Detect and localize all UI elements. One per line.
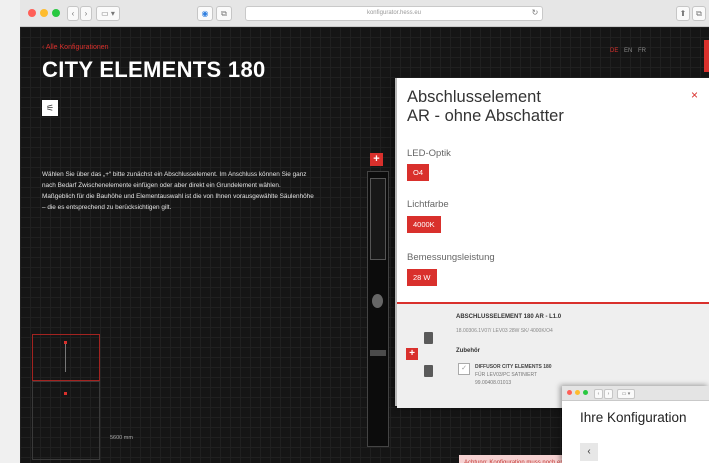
element-icon <box>424 332 433 344</box>
back-button[interactable]: ‹ <box>67 6 79 21</box>
accessory-name: DIFFUSOR CITY ELEMENTS 180 <box>475 364 552 370</box>
column-head-segment[interactable] <box>370 178 386 260</box>
close-icon[interactable]: × <box>691 88 698 102</box>
light-color-value[interactable]: 4000K <box>407 216 441 233</box>
configuration-title: Ihre Konfiguration <box>580 410 687 425</box>
sidebar-toggle-button[interactable]: ▭ ▾ <box>617 389 635 399</box>
shield-icon[interactable]: ◉ <box>197 6 213 21</box>
second-browser-toolbar: ‹ › ▭ ▾ <box>562 386 709 401</box>
back-arrow-button[interactable]: ‹ <box>580 443 598 461</box>
element-detail-panel: Abschlusselement AR - ohne Abschatter × … <box>395 78 709 408</box>
column-preview <box>367 171 389 447</box>
maximize-window-icon[interactable] <box>583 390 588 395</box>
led-optics-value[interactable]: O4 <box>407 164 430 181</box>
minimize-window-icon[interactable] <box>575 390 580 395</box>
side-accent-bar <box>704 40 709 72</box>
forward-button[interactable]: › <box>80 6 92 21</box>
item-name: ABSCHLUSSELEMENT 180 AR - L1.0 <box>456 314 562 320</box>
item-article-number: 18.00306.1V07/ LEV03 28W SK/ 4000K/O4 <box>456 328 553 334</box>
refresh-icon[interactable]: ↻ <box>530 6 540 19</box>
back-button[interactable]: ‹ <box>594 389 603 399</box>
panel-title-line1: Abschlusselement <box>407 88 541 106</box>
led-optics-label: LED-Optik <box>407 148 451 159</box>
breadcrumb[interactable]: ‹ Alle Konfigurationen <box>42 44 109 51</box>
instructions-text: Wählen Sie über das „+“ bitte zunächst e… <box>42 171 314 211</box>
close-window-icon[interactable] <box>567 390 572 395</box>
accessories-label: Zubehör <box>456 348 480 354</box>
lang-en[interactable]: EN <box>624 48 632 54</box>
add-element-button[interactable]: + <box>370 153 383 166</box>
light-color-label: Lichtfarbe <box>407 199 449 210</box>
rated-power-value[interactable]: 28 W <box>407 269 437 286</box>
accessory-checkbox[interactable]: ✓ <box>458 363 470 375</box>
reader-icon[interactable]: ⧉ <box>216 6 232 21</box>
sidebar-toggle-button[interactable]: ▭ ▾ <box>96 6 120 21</box>
minimap-marker <box>64 341 67 344</box>
minimap-marker <box>64 392 67 395</box>
rated-power-label: Bemessungsleistung <box>407 252 495 263</box>
accessory-number: 99.00408.01013 <box>475 380 512 386</box>
tabs-overview-icon[interactable]: ⧉ <box>692 6 706 21</box>
column-band <box>370 350 386 356</box>
address-bar[interactable]: konfigurator.hess.eu <box>245 6 543 21</box>
panel-title-line2: AR - ohne Abschatter <box>407 107 564 125</box>
share-icon[interactable]: ⬆ <box>676 6 690 21</box>
element-icon <box>424 365 433 377</box>
accessory-subtitle: FÜR LEV03/PC SATINIERT <box>475 372 538 378</box>
lang-fr[interactable]: FR <box>638 48 646 54</box>
column-sensor-icon <box>372 294 383 308</box>
add-accessory-button[interactable]: + <box>406 348 418 360</box>
minimize-window-icon[interactable] <box>40 9 48 17</box>
second-browser-window: ‹ › ▭ ▾ Ihre Konfiguration ‹ <box>562 386 709 463</box>
forward-button[interactable]: › <box>604 389 613 399</box>
accessory-details: DIFFUSOR CITY ELEMENTS 180 FÜR LEV03/PC … <box>475 363 552 387</box>
lang-de[interactable]: DE <box>610 48 618 54</box>
maximize-window-icon[interactable] <box>52 9 60 17</box>
height-dimension-label: 5600 mm <box>110 435 133 441</box>
minimap-column-line <box>65 342 66 372</box>
page-title: CITY ELEMENTS 180 <box>42 57 266 82</box>
filter-icon[interactable]: ⚟ <box>42 100 58 116</box>
minimap-preview[interactable] <box>32 334 100 460</box>
close-window-icon[interactable] <box>28 9 36 17</box>
panel-title: Abschlusselement AR - ohne Abschatter <box>407 88 564 126</box>
browser-toolbar: ‹ › ▭ ▾ ◉ ⧉ konfigurator.hess.eu ↻ ⬆ ⧉ <box>20 0 709 27</box>
